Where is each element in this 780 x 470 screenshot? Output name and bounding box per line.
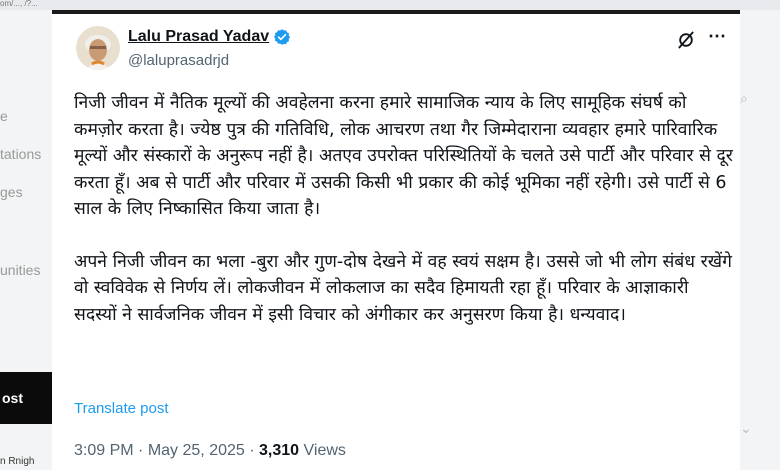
views-label: Views [303,442,346,459]
views-count: 3,310 [259,442,300,459]
sidebar-item-fragment[interactable]: unities [0,262,40,278]
right-edge-fragment: ⌕ [740,90,748,106]
tweet-paragraph: निजी जीवन में नैतिक मूल्यों की अवहेलना क… [74,93,733,219]
sidebar-bottom-fragment: n Rnigh [0,456,35,467]
sidebar-item-fragment[interactable]: ges [0,184,23,200]
browser-top-strip: om/..., /?... [0,0,780,10]
avatar[interactable] [76,26,120,70]
grok-icon[interactable] [676,30,696,55]
tweet-card: Lalu Prasad Yadav @laluprasadrjd ⋯ निजी … [52,14,740,470]
tweet-text: निजी जीवन में नैतिक मूल्यों की अवहेलना क… [74,90,734,328]
meta-separator: · [249,442,255,459]
right-edge-fragment: ⌄ [740,420,752,436]
more-icon[interactable]: ⋯ [708,26,727,47]
tweet-date[interactable]: May 25, 2025 [148,442,245,459]
tweet-meta: 3:09 PM · May 25, 2025 · 3,310 Views [74,442,346,460]
sidebar-item-fragment[interactable]: tations [0,146,41,162]
address-fragment: om/..., /?... [0,0,38,8]
sidebar-background: e tations ges unities ost n Rnigh [0,10,52,470]
sidebar-item-fragment[interactable]: e [0,108,8,124]
author-handle[interactable]: @laluprasadrjd [128,52,229,69]
tweet-time[interactable]: 3:09 PM [74,442,134,459]
meta-separator: · [138,442,144,459]
tweet-paragraph: अपने निजी जीवन का भला -बुरा और गुण-दोष द… [74,251,732,325]
post-button[interactable]: ost [0,372,52,424]
author-name-row: Lalu Prasad Yadav [128,28,291,46]
right-column-background: ⌕ ⌄ [740,10,780,470]
translate-post-link[interactable]: Translate post [74,400,169,417]
avatar-image [76,26,120,70]
author-name[interactable]: Lalu Prasad Yadav [128,28,269,46]
verified-badge-icon [273,28,291,46]
